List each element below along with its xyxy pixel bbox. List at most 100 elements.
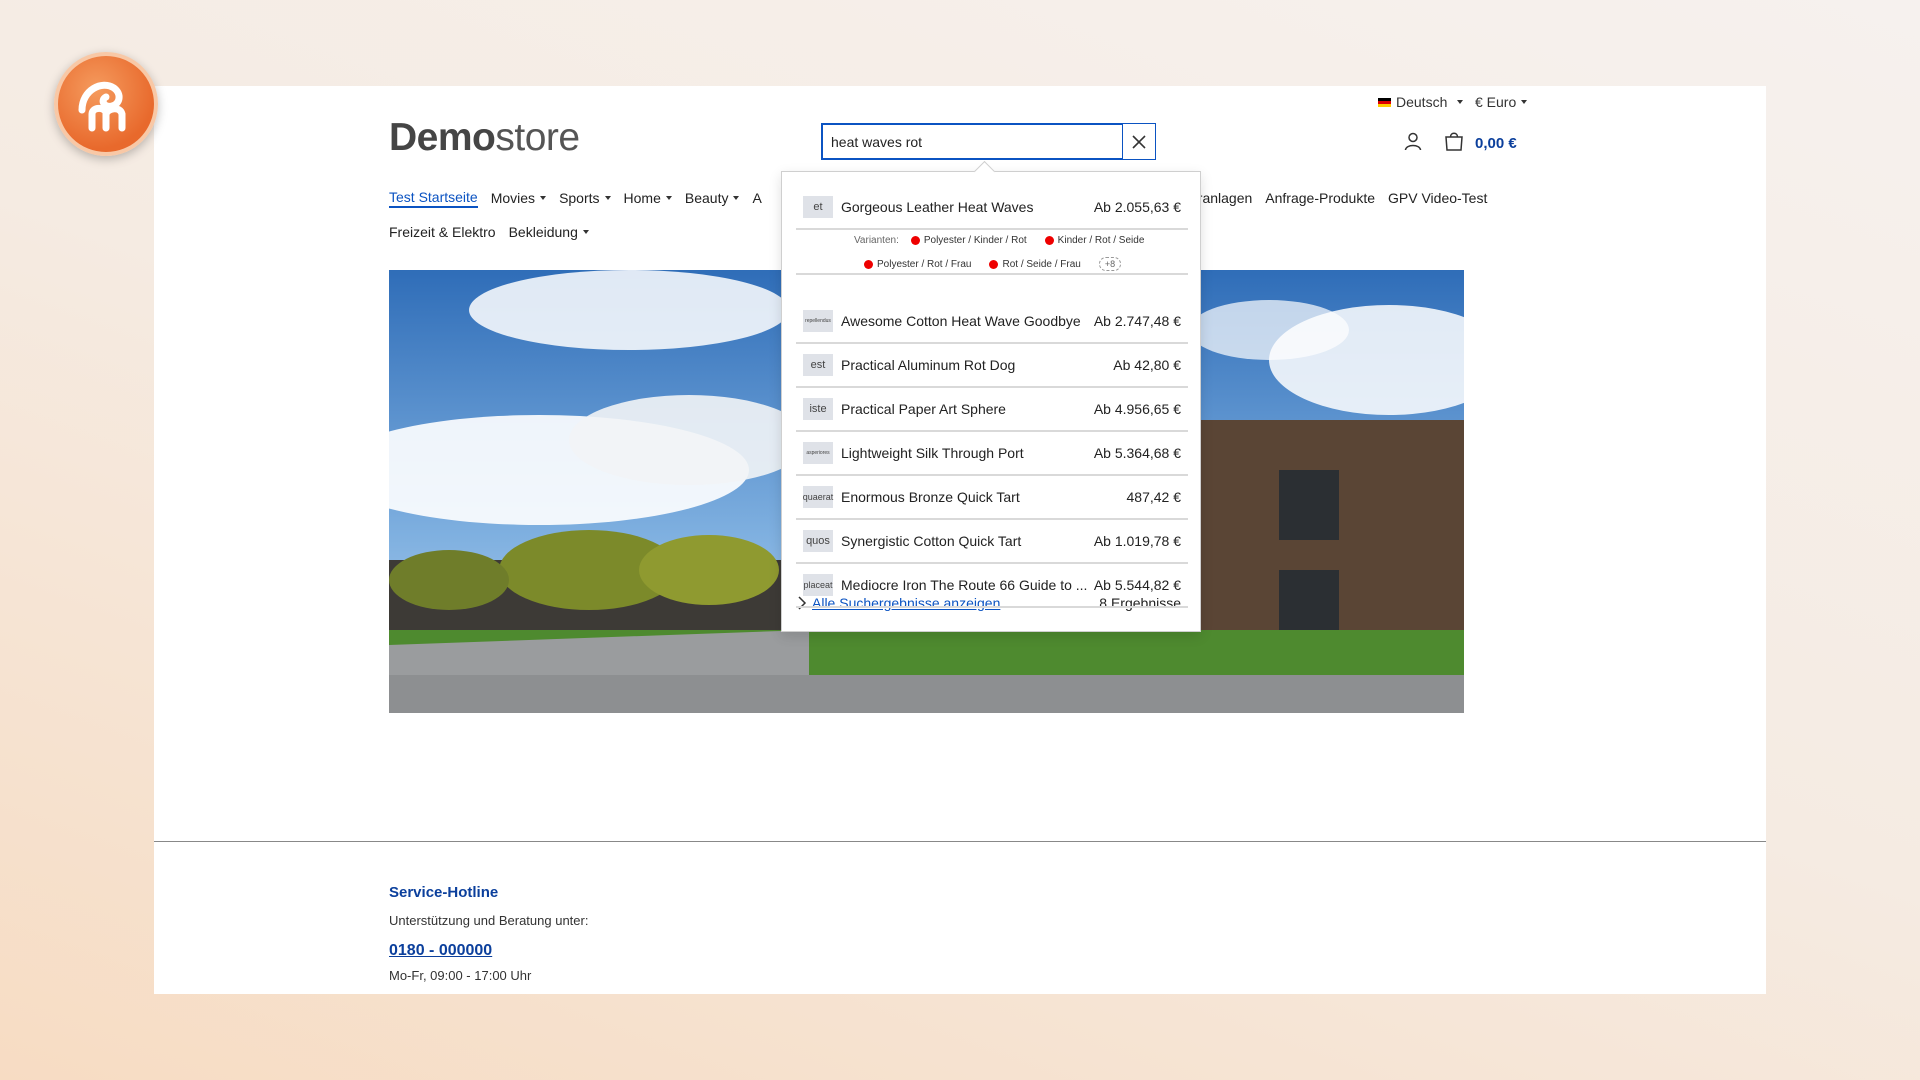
- color-dot-icon: [989, 259, 999, 269]
- product-thumbnail: iste: [803, 398, 833, 420]
- cart-button[interactable]: [1443, 130, 1465, 157]
- variant-list: Varianten: Polyester / Kinder / Rot Kind…: [796, 231, 1188, 275]
- product-thumbnail: asperiores: [803, 442, 833, 464]
- search-suggestion-item[interactable]: est Practical Aluminum Rot Dog Ab 42,80 €: [796, 344, 1188, 388]
- nav-item-label: Bekleidung: [508, 224, 578, 240]
- search-suggestion-item[interactable]: quos Synergistic Cotton Quick Tart Ab 1.01…: [796, 520, 1188, 564]
- product-name: Mediocre Iron The Route 66 Guide to ...: [841, 577, 1088, 593]
- product-name: Gorgeous Leather Heat Waves: [841, 199, 1034, 215]
- product-thumbnail: repellendus: [803, 310, 833, 332]
- nav-item-label: A: [752, 190, 762, 206]
- service-hotline-subtitle: Unterstützung und Beratung unter:: [389, 913, 589, 928]
- service-hotline-title: Service-Hotline: [389, 884, 499, 901]
- nav-item-label: Home: [623, 190, 661, 206]
- caret-down-icon: [733, 196, 740, 200]
- product-price: Ab 5.544,82 €: [1093, 577, 1181, 593]
- caret-down-icon: [540, 196, 547, 200]
- search-suggestion-item[interactable]: repellendus Awesome Cotton Heat Wave Good…: [796, 300, 1188, 344]
- nav-item[interactable]: Test Startseite: [389, 189, 478, 208]
- variant-chip[interactable]: Rot / Seide / Frau: [989, 258, 1081, 270]
- search-suggestion-item[interactable]: et Gorgeous Leather Heat Waves Ab 2.055,63…: [796, 186, 1188, 230]
- product-name: Practical Aluminum Rot Dog: [841, 357, 1016, 373]
- nav-item[interactable]: Movies: [490, 190, 547, 206]
- close-icon: [1132, 134, 1146, 149]
- nav-item[interactable]: GPV Video-Test: [1388, 190, 1487, 206]
- nav-item[interactable]: A: [752, 190, 761, 206]
- footer-service: Service-Hotline Unterstützung und Beratu…: [389, 884, 588, 983]
- brand-bold: Demo: [389, 116, 496, 159]
- variant-label: Rot / Seide / Frau: [1002, 258, 1081, 270]
- search-suggestion-item[interactable]: asperiores Lightweight Silk Through Port A…: [796, 432, 1188, 476]
- cart-total[interactable]: 0,00 €: [1475, 135, 1517, 152]
- nav-item-label: Anfrage-Produkte: [1265, 190, 1376, 206]
- product-name: Lightweight Silk Through Port: [841, 445, 1024, 461]
- user-icon: [1404, 132, 1422, 151]
- currency-label: € Euro: [1475, 94, 1517, 110]
- nav-item-label: Test Startseite: [389, 188, 478, 205]
- product-price: Ab 1.019,78 €: [1093, 533, 1181, 549]
- german-flag-icon: [1378, 97, 1391, 107]
- service-hours: Mo-Fr, 09:00 - 17:00 Uhr: [389, 968, 532, 983]
- search-input[interactable]: [823, 133, 1131, 150]
- product-price: 487,42 €: [1126, 489, 1182, 505]
- nav-item-label: GPV Video-Test: [1388, 190, 1488, 206]
- search-suggestion-item[interactable]: quaerat Enormous Bronze Quick Tart 487,42 …: [796, 476, 1188, 520]
- color-dot-icon: [910, 236, 920, 245]
- logo-icon: [78, 81, 126, 132]
- product-name: Awesome Cotton Heat Wave Goodbye: [841, 313, 1081, 329]
- nav-item[interactable]: Beauty: [685, 190, 740, 206]
- nav-item[interactable]: Bekleidung: [509, 224, 589, 240]
- product-thumbnail: et: [803, 196, 833, 218]
- shopping-bag-icon: [1445, 132, 1463, 151]
- caret-down-icon: [582, 230, 589, 234]
- main-navigation-right: eranlagen Anfrage-Produkte GPV Video-Test: [1190, 186, 1487, 210]
- caret-down-icon: [1457, 100, 1464, 104]
- search-suggestions-dropdown: Varianten: Polyester / Kinder / Rot Kind…: [781, 171, 1201, 632]
- product-price: Ab 5.364,68 €: [1093, 445, 1181, 461]
- caret-down-icon: [1521, 100, 1528, 104]
- product-name: Enormous Bronze Quick Tart: [841, 489, 1020, 505]
- nav-item[interactable]: Anfrage-Produkte: [1265, 190, 1375, 206]
- variants-label: Varianten:: [854, 235, 899, 246]
- variant-chip[interactable]: Polyester / Kinder / Rot: [910, 235, 1027, 246]
- search-suggestion-item[interactable]: placeat Mediocre Iron The Route 66 Guide …: [796, 564, 1188, 608]
- brand-light: store: [495, 116, 580, 159]
- shop-page: Deutsch € Euro Demostore 0,00 €: [154, 86, 1766, 994]
- language-switcher[interactable]: Deutsch: [1378, 94, 1464, 110]
- variant-chip[interactable]: Kinder / Rot / Seide: [1044, 235, 1145, 246]
- language-label: Deutsch: [1396, 94, 1448, 110]
- nav-item[interactable]: Sports: [559, 190, 611, 206]
- search-suggestion-item[interactable]: iste Practical Paper Art Sphere Ab 4.956,6…: [796, 388, 1188, 432]
- nav-item-label: Sports: [559, 190, 600, 206]
- color-dot-icon: [1044, 236, 1054, 245]
- account-button[interactable]: [1403, 131, 1423, 156]
- service-phone-link[interactable]: 0180 - 000000: [389, 942, 588, 960]
- variant-label: Kinder / Rot / Seide: [1057, 235, 1145, 246]
- product-price: Ab 42,80 €: [1113, 357, 1181, 373]
- variant-chip[interactable]: Polyester / Rot / Frau: [864, 259, 971, 270]
- store-logo[interactable]: Demostore: [389, 116, 580, 160]
- nav-item-label: Freizeit & Elektro: [389, 224, 496, 240]
- nav-item-label: Movies: [490, 190, 536, 206]
- product-price: Ab 2.055,63 €: [1093, 199, 1181, 215]
- variant-label: Polyester / Kinder / Rot: [923, 235, 1027, 246]
- color-dot-icon: [864, 259, 873, 269]
- currency-switcher[interactable]: € Euro: [1475, 94, 1528, 110]
- product-name: Synergistic Cotton Quick Tart: [841, 533, 1022, 549]
- app-logo: [54, 52, 158, 156]
- product-thumbnail: est: [803, 354, 833, 376]
- nav-item-label: Beauty: [684, 190, 729, 206]
- main-navigation: Test Startseite Movies Sports Home Beauty A F…: [389, 186, 762, 244]
- more-variants-badge[interactable]: +8: [1098, 257, 1122, 271]
- caret-down-icon: [604, 196, 611, 200]
- search-field[interactable]: [821, 123, 1133, 160]
- product-price: Ab 2.747,48 €: [1093, 313, 1181, 329]
- nav-item[interactable]: Freizeit & Elektro: [389, 224, 496, 240]
- product-price: Ab 4.956,65 €: [1093, 401, 1181, 417]
- nav-item[interactable]: Home: [624, 190, 672, 206]
- product-thumbnail: quaerat: [803, 486, 833, 508]
- product-thumbnail: quos: [803, 530, 833, 552]
- product-thumbnail: placeat: [803, 574, 833, 596]
- search-clear-button[interactable]: [1122, 123, 1156, 160]
- footer-divider: [154, 841, 1766, 842]
